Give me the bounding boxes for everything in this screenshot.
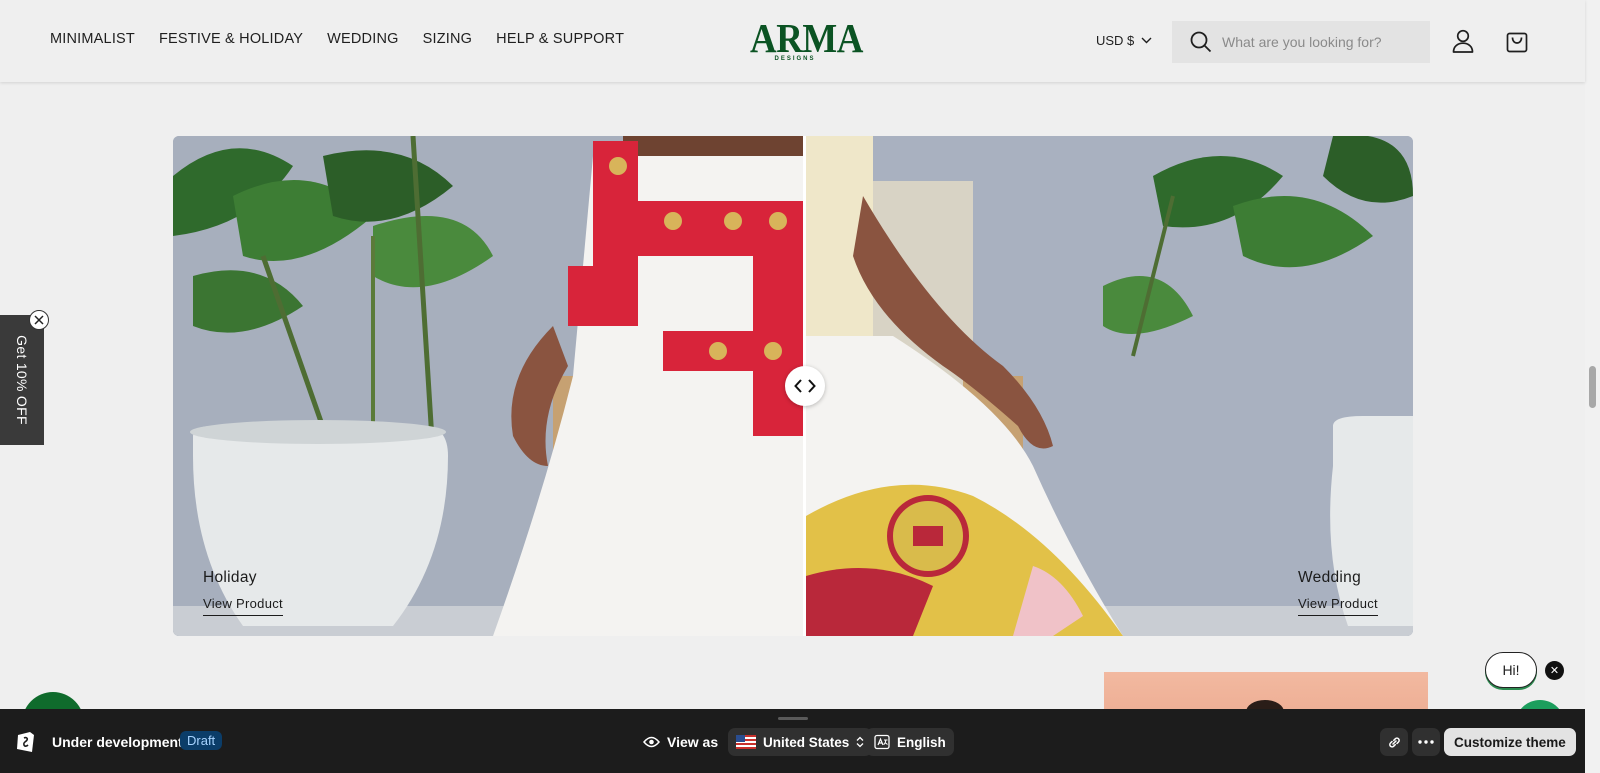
slider-handle[interactable] — [785, 366, 825, 406]
caption-right-link[interactable]: View Product — [1298, 596, 1378, 616]
main-nav: MINIMALIST FESTIVE & HOLIDAY WEDDING SIZ… — [50, 31, 624, 47]
before-after-slider[interactable]: Holiday View Product Wedding View Produc… — [173, 136, 1413, 636]
translate-icon — [874, 734, 890, 750]
country-selector[interactable]: United States — [728, 728, 873, 756]
search-icon[interactable] — [1190, 31, 1212, 53]
theme-status: Under development — [52, 734, 183, 750]
more-icon[interactable] — [1412, 728, 1440, 756]
language-label: English — [897, 734, 946, 750]
country-label: United States — [763, 734, 850, 750]
customize-theme-button[interactable]: Customize theme — [1444, 728, 1576, 756]
nav-help-support[interactable]: HELP & SUPPORT — [496, 31, 624, 47]
close-icon[interactable] — [29, 310, 49, 330]
account-icon[interactable] — [1452, 29, 1474, 53]
page-scrollbar[interactable] — [1585, 0, 1600, 773]
language-selector[interactable]: English — [866, 728, 954, 756]
caption-left-link[interactable]: View Product — [203, 596, 283, 616]
compare-arrows-icon — [794, 379, 816, 393]
nav-festive-holiday[interactable]: FESTIVE & HOLIDAY — [159, 31, 303, 47]
chat-close-icon[interactable]: ✕ — [1545, 661, 1564, 680]
currency-selector[interactable]: USD $ — [1096, 33, 1152, 48]
nav-minimalist[interactable]: MINIMALIST — [50, 31, 135, 47]
shopify-icon — [15, 729, 37, 753]
logo-brand: ARMA — [750, 15, 863, 61]
updown-chevron-icon — [856, 736, 864, 748]
chat-bubble[interactable]: Hi! — [1485, 652, 1537, 688]
cart-icon[interactable] — [1506, 29, 1528, 53]
discount-tab[interactable]: Get 10% OFF — [0, 315, 44, 445]
currency-label: USD $ — [1096, 33, 1135, 48]
link-icon[interactable] — [1380, 728, 1408, 756]
draft-badge: Draft — [180, 731, 223, 750]
caption-left-title: Holiday — [203, 569, 257, 586]
us-flag-icon — [736, 735, 756, 749]
eye-icon — [643, 736, 660, 748]
site-header: MINIMALIST FESTIVE & HOLIDAY WEDDING SIZ… — [0, 0, 1585, 82]
discount-label: Get 10% OFF — [14, 335, 30, 425]
caption-left: Holiday View Product — [203, 569, 283, 616]
chevron-down-icon — [1141, 37, 1152, 44]
site-logo[interactable]: ARMA DESIGNS — [745, 15, 863, 63]
search-box[interactable] — [1172, 21, 1430, 63]
nav-wedding[interactable]: WEDDING — [327, 31, 398, 47]
chat-label: Hi! — [1502, 662, 1520, 678]
view-as-label: View as — [643, 734, 718, 750]
nav-sizing[interactable]: SIZING — [423, 31, 473, 47]
caption-right-title: Wedding — [1298, 569, 1361, 586]
search-input[interactable] — [1222, 34, 1422, 50]
preview-bar: Under development Draft View as United S… — [0, 709, 1585, 773]
bar-grip[interactable] — [778, 717, 808, 720]
view-as-text: View as — [667, 734, 719, 750]
caption-right: Wedding View Product — [1298, 569, 1378, 616]
scrollbar-thumb[interactable] — [1589, 366, 1596, 408]
